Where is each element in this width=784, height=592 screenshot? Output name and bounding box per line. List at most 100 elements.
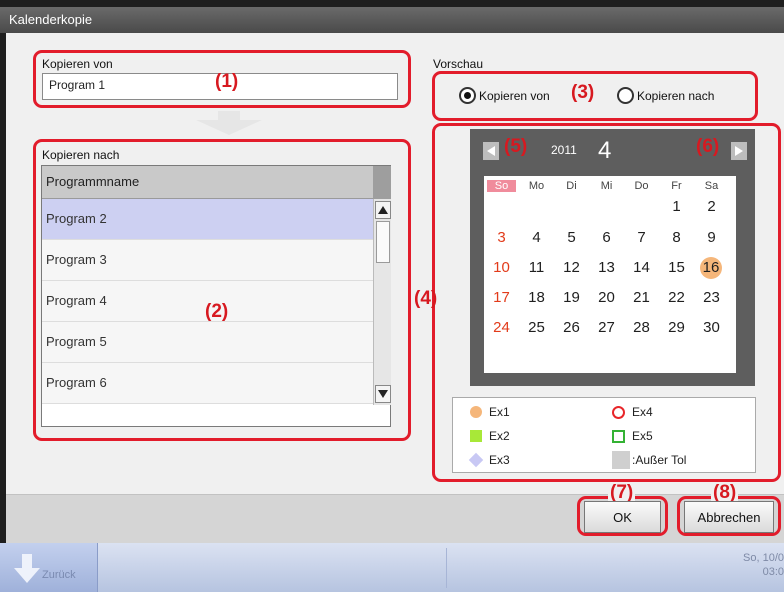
clock-date: So, 10/0	[743, 552, 784, 564]
calendar-day[interactable]: 17	[487, 289, 516, 306]
radio-copy-from[interactable]: Kopieren von	[459, 87, 550, 104]
ex2-square-icon	[470, 430, 482, 442]
calendar-day[interactable]: 15	[662, 259, 691, 276]
column-header-programname[interactable]: Programmname	[42, 166, 373, 199]
prev-month-icon[interactable]	[483, 142, 499, 160]
radio-unselected-icon	[617, 87, 634, 104]
next-month-icon[interactable]	[731, 142, 747, 160]
legend-out: :Außer Tol	[612, 451, 686, 469]
ex5-square-outline-icon	[612, 429, 625, 443]
program-list: Programmname Program 2 Program 3 Program…	[41, 165, 391, 427]
legend-ex2: Ex2	[470, 429, 510, 443]
calendar-day[interactable]: 27	[592, 319, 621, 336]
legend-ex4-label: Ex4	[632, 405, 653, 419]
legend-ex5-label: Ex5	[632, 429, 653, 443]
ok-button[interactable]: OK	[584, 501, 661, 533]
ex4-ring-icon	[612, 405, 625, 419]
legend-out-label: :Außer Tol	[632, 453, 687, 467]
scroll-thumb[interactable]	[376, 221, 390, 263]
weekday-header: Do	[634, 180, 649, 192]
calendar-day[interactable]: 11	[522, 259, 551, 276]
calendar-day[interactable]: 12	[557, 259, 586, 276]
calendar-day[interactable]: 30	[697, 319, 726, 336]
back-button[interactable]: Zurück	[0, 543, 98, 592]
calendar-day[interactable]: 16	[700, 257, 722, 279]
calendar-day[interactable]: 8	[662, 229, 691, 246]
list-item[interactable]: Program 2	[42, 199, 373, 240]
legend-ex3: Ex3	[468, 452, 510, 468]
calendar-grid: So Mo Di Mi Do Fr Sa 1 2 3 4 5 6 7 8 9 10 11 12 13 14…	[484, 176, 736, 373]
weekday-header: Di	[566, 180, 577, 192]
calendar-day[interactable]: 13	[592, 259, 621, 276]
callout-4: (4)	[414, 288, 438, 309]
ex3-diamond-icon	[468, 452, 484, 468]
callout-5: (5)	[504, 136, 528, 157]
legend: Ex1 Ex2 Ex3 Ex4 Ex5 :Außer Tol	[452, 397, 756, 473]
radio-selected-icon	[459, 87, 476, 104]
taskbar-separator	[446, 548, 447, 588]
legend-ex1: Ex1	[470, 405, 510, 419]
callout-6: (6)	[696, 136, 720, 157]
start-arrow-icon	[14, 554, 40, 587]
radio-copy-from-label: Kopieren von	[479, 88, 550, 103]
callout-2: (2)	[205, 301, 229, 322]
calendar-month: 4	[598, 137, 612, 164]
window-title: Kalenderkopie	[0, 7, 784, 33]
list-item[interactable]: Program 6	[42, 363, 373, 404]
copy-from-label: Kopieren von	[42, 57, 113, 71]
cancel-button[interactable]: Abbrechen	[684, 501, 774, 533]
scroll-up-icon[interactable]	[375, 201, 391, 219]
calendar-day[interactable]: 10	[487, 259, 516, 276]
calendar-day[interactable]: 9	[697, 229, 726, 246]
weekday-header: Mi	[600, 180, 613, 192]
taskbar: Zurück So, 10/0 03:0	[0, 543, 784, 592]
calendar-day[interactable]: 14	[627, 259, 656, 276]
calendar-day[interactable]: 1	[662, 198, 691, 215]
copy-to-label: Kopieren nach	[42, 148, 120, 162]
weekday-header: Mo	[528, 180, 545, 192]
list-item[interactable]: Program 3	[42, 240, 373, 281]
radio-copy-to[interactable]: Kopieren nach	[617, 87, 714, 104]
calendar-day[interactable]: 22	[662, 289, 691, 306]
calendar-day[interactable]: 23	[697, 289, 726, 306]
calendar-year: 2011	[551, 143, 577, 157]
calendar-day[interactable]: 4	[522, 229, 551, 246]
calendar-day[interactable]: 3	[487, 229, 516, 246]
legend-ex4: Ex4	[612, 405, 653, 419]
column-header-end	[373, 166, 391, 199]
arrow-down-icon	[196, 111, 262, 138]
calendar-day[interactable]: 26	[557, 319, 586, 336]
calendar-day[interactable]: 7	[627, 229, 656, 246]
radio-copy-to-label: Kopieren nach	[637, 88, 715, 103]
back-button-label: Zurück	[42, 569, 76, 581]
clock-time: 03:0	[762, 566, 784, 578]
callout-3: (3)	[571, 82, 595, 103]
calendar-day[interactable]: 21	[627, 289, 656, 306]
out-of-range-swatch-icon	[612, 451, 630, 469]
calendar-day[interactable]: 20	[592, 289, 621, 306]
legend-ex5: Ex5	[612, 429, 653, 443]
weekday-header: Fr	[671, 180, 682, 192]
calendar-day[interactable]: 6	[592, 229, 621, 246]
scroll-down-icon[interactable]	[375, 385, 391, 403]
list-item[interactable]: Program 5	[42, 322, 373, 363]
legend-ex2-label: Ex2	[489, 429, 510, 443]
calendar-day[interactable]: 19	[557, 289, 586, 306]
calendar-day[interactable]: 25	[522, 319, 551, 336]
calendar-day[interactable]: 2	[697, 198, 726, 215]
ex1-circle-icon	[470, 406, 482, 418]
callout-1: (1)	[215, 71, 239, 92]
calendar-day[interactable]: 29	[662, 319, 691, 336]
weekday-header: Sa	[704, 180, 719, 192]
calendar: (5) 2011 4 (6) So Mo Di Mi Do Fr Sa 1234…	[470, 129, 755, 386]
clock: So, 10/0 03:0	[730, 551, 784, 579]
list-scrollbar[interactable]	[373, 199, 391, 405]
weekday-header: So	[487, 180, 516, 192]
legend-ex3-label: Ex3	[489, 453, 510, 467]
preview-label: Vorschau	[433, 57, 484, 71]
calendar-day[interactable]: 24	[487, 319, 516, 336]
legend-ex1-label: Ex1	[489, 405, 510, 419]
calendar-day[interactable]: 5	[557, 229, 586, 246]
calendar-day[interactable]: 28	[627, 319, 656, 336]
calendar-day[interactable]: 18	[522, 289, 551, 306]
